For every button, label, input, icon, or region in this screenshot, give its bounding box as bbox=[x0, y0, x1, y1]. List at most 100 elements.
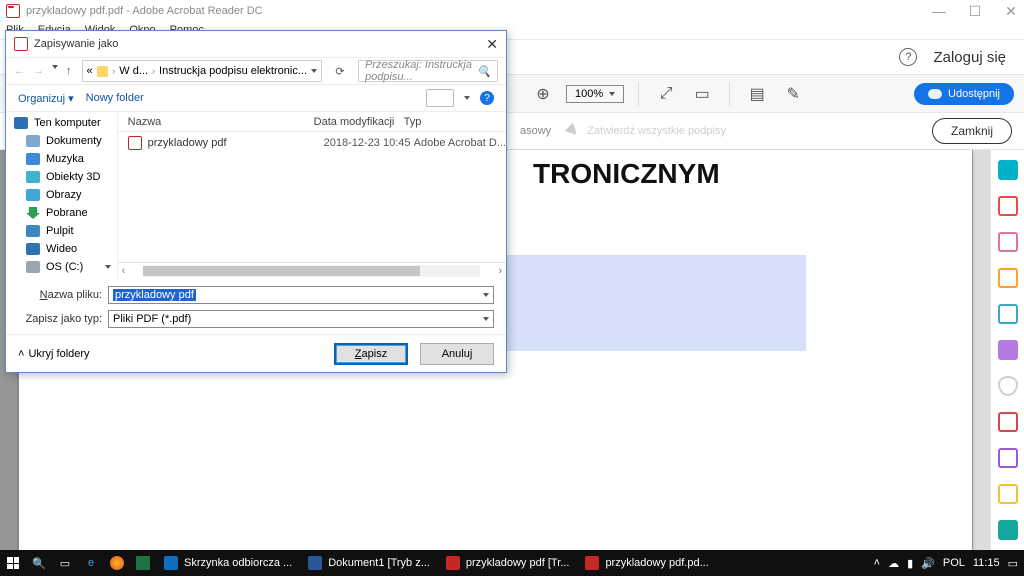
rail-send-icon[interactable] bbox=[998, 484, 1018, 504]
rail-organize-icon[interactable] bbox=[998, 340, 1018, 360]
window-title: przykladowy pdf.pdf - Adobe Acrobat Read… bbox=[26, 5, 263, 17]
tray-volume-icon[interactable]: 🔊 bbox=[921, 557, 935, 570]
cancel-button[interactable]: Anuluj bbox=[420, 343, 494, 365]
h-scrollbar[interactable]: ‹ › bbox=[118, 262, 506, 278]
chevron-down-icon[interactable] bbox=[464, 96, 470, 100]
rail-stamp-icon[interactable] bbox=[998, 520, 1018, 540]
comment-icon[interactable]: ▤ bbox=[744, 81, 770, 107]
tray-time[interactable]: 11:15 bbox=[973, 557, 1000, 569]
filename-input[interactable]: przykladowy pdf bbox=[108, 286, 494, 304]
tree-3dobjects[interactable]: Obiekty 3D bbox=[46, 171, 100, 183]
edge-icon[interactable]: e bbox=[78, 550, 104, 576]
share-button[interactable]: Udostępnij bbox=[914, 83, 1014, 105]
start-button[interactable] bbox=[0, 550, 26, 576]
nav-up-icon[interactable]: ↑ bbox=[66, 65, 72, 77]
organize-menu[interactable]: Organizuj ▾ bbox=[18, 92, 74, 105]
vertical-scrollbar[interactable] bbox=[972, 150, 990, 576]
view-mode-button[interactable] bbox=[426, 89, 454, 107]
tray-onedrive-icon[interactable]: ☁ bbox=[888, 557, 899, 570]
chevron-down-icon bbox=[609, 92, 615, 96]
rail-export-icon[interactable] bbox=[998, 160, 1018, 180]
excel-icon[interactable] bbox=[130, 550, 156, 576]
page-view-icon[interactable]: ▭ bbox=[689, 81, 715, 107]
panel-label-tail: asowy bbox=[520, 125, 551, 137]
filetype-label: Zapisz jako typ: bbox=[18, 313, 108, 325]
rail-editpdf-icon[interactable] bbox=[998, 232, 1018, 252]
tree-pictures[interactable]: Obrazy bbox=[46, 189, 81, 201]
search-icon: 🔍 bbox=[477, 65, 491, 78]
rail-combine-icon[interactable] bbox=[998, 304, 1018, 324]
tray-chevron-up-icon[interactable]: ˄ bbox=[874, 557, 880, 569]
chevron-up-icon: ˄ bbox=[18, 348, 24, 360]
tree-downloads[interactable]: Pobrane bbox=[46, 207, 88, 219]
tree-this-pc[interactable]: Ten komputer bbox=[34, 117, 101, 129]
close-window-button[interactable]: ✕ bbox=[1004, 4, 1018, 18]
rail-protect-icon[interactable] bbox=[998, 376, 1018, 396]
search-icon[interactable]: 🔍 bbox=[26, 550, 52, 576]
sign-icon[interactable]: ✎ bbox=[780, 81, 806, 107]
panel-close-button[interactable]: Zamknij bbox=[932, 118, 1012, 144]
tree-music[interactable]: Muzyka bbox=[46, 153, 84, 165]
minimize-button[interactable]: — bbox=[932, 4, 946, 18]
doc-heading-visible-tail: TRONICZNYM bbox=[533, 158, 720, 190]
tray-network-icon[interactable]: ▮ bbox=[907, 557, 913, 570]
rail-createpdf-icon[interactable] bbox=[998, 196, 1018, 216]
refresh-icon[interactable]: ⟳ bbox=[332, 65, 348, 78]
save-as-dialog: Zapisywanie jako ✕ ← → ↑ « › W d... › In… bbox=[5, 30, 507, 373]
maximize-button[interactable]: ☐ bbox=[968, 4, 982, 18]
acrobat-icon bbox=[6, 4, 20, 18]
tree-documents[interactable]: Dokumenty bbox=[46, 135, 102, 147]
filetype-combo[interactable]: Pliki PDF (*.pdf) bbox=[108, 310, 494, 328]
task-view-icon[interactable]: ▭ bbox=[52, 550, 78, 576]
breadcrumb[interactable]: « › W d... › Instruckja podpisu elektron… bbox=[82, 60, 323, 82]
acrobat-icon bbox=[14, 37, 28, 51]
tray-notifications-icon[interactable]: ▭ bbox=[1008, 557, 1018, 570]
zoom-combo[interactable]: 100% bbox=[566, 85, 624, 103]
taskbar-outlook[interactable]: Skrzynka odbiorcza ... bbox=[156, 552, 300, 574]
tree-videos[interactable]: Wideo bbox=[46, 243, 77, 255]
help-icon[interactable]: ? bbox=[899, 48, 917, 66]
cloud-up-icon bbox=[928, 89, 942, 99]
rail-compress-icon[interactable] bbox=[998, 412, 1018, 432]
taskbar-pdf-1[interactable]: przykladowy pdf [Tr... bbox=[438, 552, 578, 574]
approve-all-signatures[interactable]: Zatwierdź wszystkie podpisy bbox=[565, 123, 726, 139]
chevron-down-icon[interactable] bbox=[311, 69, 317, 73]
search-input[interactable]: Przeszukaj: Instruckja podpisu... 🔍 bbox=[358, 60, 498, 82]
file-row[interactable]: przykladowy pdf 2018-12-23 10:45 Adobe A… bbox=[118, 132, 506, 154]
file-list: Nazwa Data modyfikacji Typ przykladowy p… bbox=[118, 112, 506, 278]
dialog-title: Zapisywanie jako bbox=[34, 38, 118, 50]
nav-back-icon[interactable]: ← bbox=[14, 65, 25, 77]
titlebar: przykladowy pdf.pdf - Adobe Acrobat Read… bbox=[0, 0, 1024, 21]
pdf-file-icon bbox=[128, 136, 142, 150]
pen-icon bbox=[565, 123, 581, 139]
folder-icon bbox=[97, 66, 109, 77]
tree-desktop[interactable]: Pulpit bbox=[46, 225, 74, 237]
windows-taskbar: 🔍 ▭ e Skrzynka odbiorcza ... Dokument1 [… bbox=[0, 550, 1024, 576]
history-dropdown-icon[interactable] bbox=[52, 65, 58, 69]
tools-rail bbox=[990, 150, 1024, 576]
taskbar-pdf-2[interactable]: przykladowy pdf.pd... bbox=[577, 552, 716, 574]
zoom-value: 100% bbox=[575, 88, 603, 100]
chevron-down-icon[interactable] bbox=[483, 317, 489, 321]
dialog-close-button[interactable]: ✕ bbox=[486, 36, 498, 53]
tree-drive-c[interactable]: OS (C:) bbox=[46, 261, 83, 273]
folder-tree[interactable]: Ten komputer Dokumenty Muzyka Obiekty 3D… bbox=[6, 112, 118, 278]
nav-forward-icon[interactable]: → bbox=[33, 65, 44, 77]
taskbar-word[interactable]: Dokument1 [Tryb z... bbox=[300, 552, 438, 574]
save-button[interactable]: Zapisz bbox=[334, 343, 408, 365]
col-name[interactable]: Nazwa bbox=[118, 116, 314, 128]
new-folder-button[interactable]: Nowy folder bbox=[86, 92, 144, 104]
firefox-icon[interactable] bbox=[104, 550, 130, 576]
col-type[interactable]: Typ bbox=[404, 116, 506, 128]
rail-comment-icon[interactable] bbox=[998, 268, 1018, 288]
rail-fillsign-icon[interactable] bbox=[998, 448, 1018, 468]
tray-lang[interactable]: POL bbox=[943, 557, 965, 569]
zoom-in-icon[interactable]: ⊕ bbox=[530, 81, 556, 107]
filename-label: Nazwa pliku: bbox=[18, 289, 108, 301]
login-button[interactable]: Zaloguj się bbox=[929, 47, 1010, 68]
hide-folders-toggle[interactable]: ˄ Ukryj foldery bbox=[18, 348, 90, 360]
help-icon[interactable]: ? bbox=[480, 91, 494, 105]
col-date[interactable]: Data modyfikacji bbox=[314, 116, 404, 128]
chevron-down-icon[interactable] bbox=[483, 293, 489, 297]
fit-width-icon[interactable]: ⤢ bbox=[653, 81, 679, 107]
